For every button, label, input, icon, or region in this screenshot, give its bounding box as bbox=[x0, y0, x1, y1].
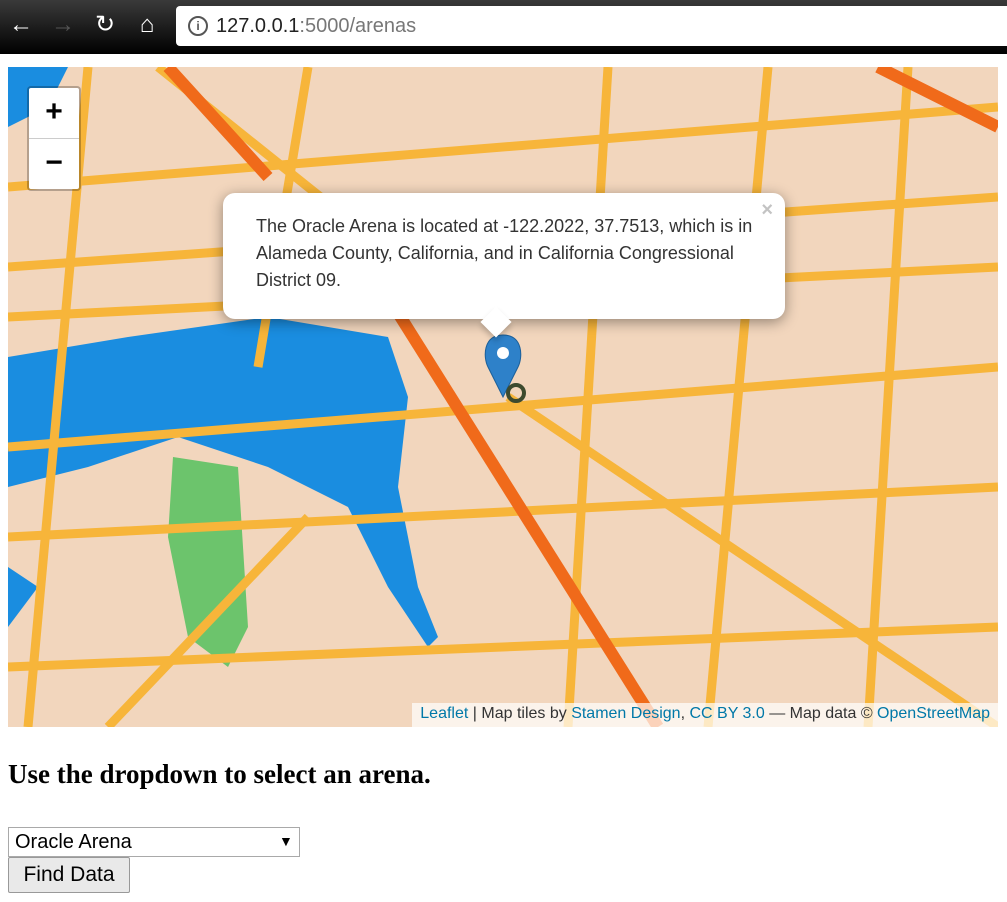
attribution-text: | Map tiles by bbox=[468, 705, 572, 722]
stamen-link[interactable]: Stamen Design bbox=[571, 705, 680, 722]
osm-link[interactable]: OpenStreetMap bbox=[877, 705, 990, 722]
url-text: 127.0.0.1:5000/arenas bbox=[216, 15, 416, 38]
map-marker-icon bbox=[484, 334, 526, 403]
find-data-button[interactable]: Find Data bbox=[8, 857, 130, 893]
browser-toolbar: ← → ↻ ⌂ i 127.0.0.1:5000/arenas bbox=[0, 0, 1007, 54]
info-icon[interactable]: i bbox=[188, 16, 208, 36]
popup: The Oracle Arena is located at -122.2022… bbox=[223, 193, 785, 338]
attribution: Leaflet | Map tiles by Stamen Design, CC… bbox=[412, 703, 998, 727]
reload-icon[interactable]: ↻ bbox=[90, 10, 120, 40]
map[interactable]: + − The Oracle Arena is located at -122.… bbox=[8, 67, 998, 727]
page-heading: Use the dropdown to select an arena. bbox=[8, 759, 431, 789]
address-bar[interactable]: i 127.0.0.1:5000/arenas bbox=[176, 6, 1007, 46]
popup-content: The Oracle Arena is located at -122.2022… bbox=[256, 216, 753, 290]
attribution-text: — Map data © bbox=[764, 705, 878, 722]
back-icon[interactable]: ← bbox=[6, 10, 36, 40]
highway bbox=[163, 67, 273, 182]
url-path: :5000/arenas bbox=[299, 15, 417, 37]
leaflet-link[interactable]: Leaflet bbox=[420, 705, 468, 722]
forward-icon[interactable]: → bbox=[48, 10, 78, 40]
map-tiles bbox=[8, 67, 998, 727]
arena-select[interactable]: Oracle Arena bbox=[8, 827, 300, 857]
cc-link[interactable]: CC BY 3.0 bbox=[689, 705, 764, 722]
close-icon[interactable]: × bbox=[761, 199, 773, 222]
zoom-in-button[interactable]: + bbox=[29, 88, 79, 139]
zoom-out-button[interactable]: − bbox=[29, 139, 79, 189]
home-icon[interactable]: ⌂ bbox=[132, 10, 162, 40]
url-host: 127.0.0.1 bbox=[216, 15, 300, 37]
park bbox=[168, 457, 248, 667]
zoom-control: + − bbox=[27, 86, 81, 191]
